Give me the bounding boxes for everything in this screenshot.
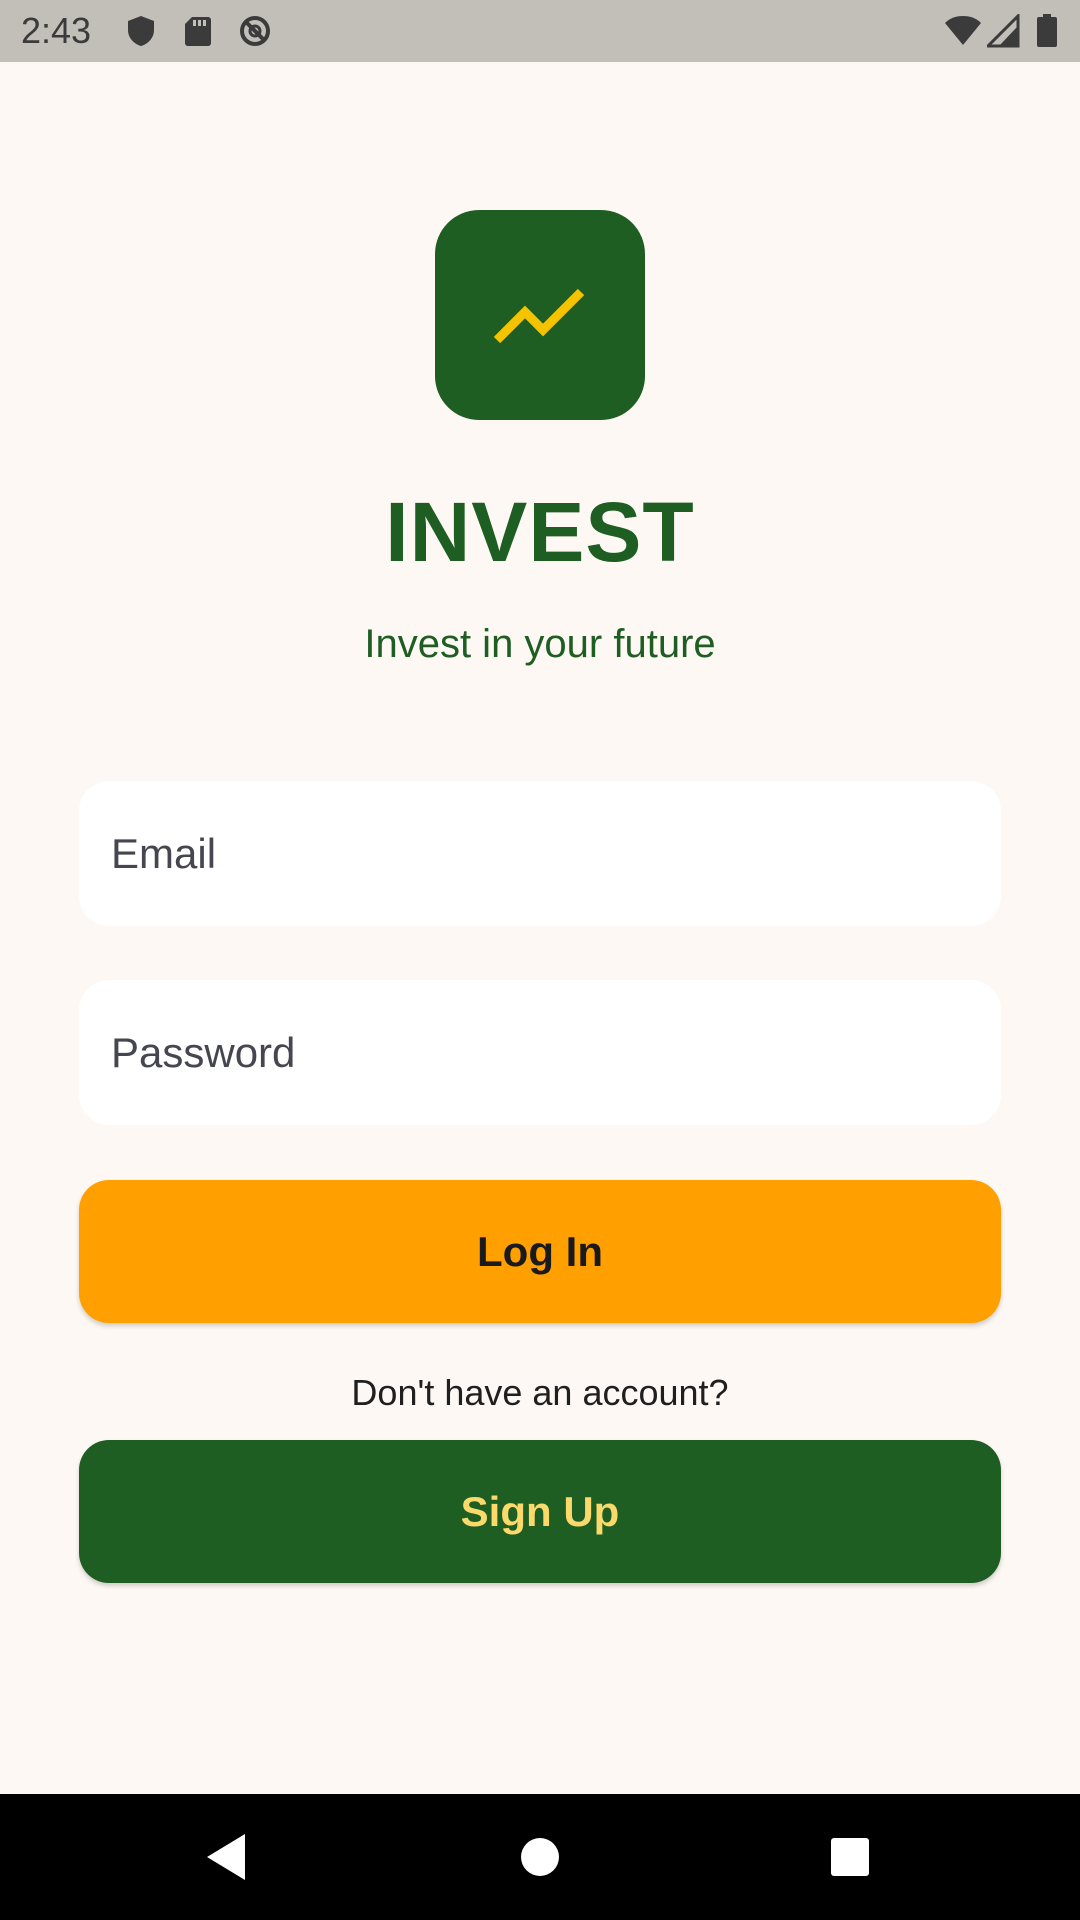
status-time: 2:43 <box>21 10 92 51</box>
signup-button[interactable]: Sign Up <box>79 1440 1001 1583</box>
app-title: INVEST <box>385 485 695 579</box>
sd-card-icon <box>181 14 215 48</box>
navigation-bar <box>0 1794 1080 1920</box>
password-field[interactable] <box>79 980 1001 1125</box>
home-icon[interactable] <box>480 1794 600 1920</box>
battery-icon <box>1036 14 1058 48</box>
app-logo <box>435 210 645 420</box>
password-input[interactable] <box>111 980 971 1125</box>
shield-icon <box>124 14 158 48</box>
login-screen: 2:43 INVEST Invest in your future Email … <box>0 0 1080 1920</box>
tagline: Invest in your future <box>364 622 716 666</box>
recents-icon[interactable] <box>790 1794 910 1920</box>
signal-icon <box>984 12 1021 48</box>
no-sync-icon <box>238 14 272 48</box>
status-bar: 2:43 <box>0 0 1080 62</box>
signup-prompt: Don't have an account? <box>351 1372 729 1413</box>
trending-up-icon <box>493 288 585 344</box>
wifi-icon <box>944 14 981 48</box>
back-icon[interactable] <box>165 1794 285 1920</box>
login-button[interactable]: Log In <box>79 1180 1001 1323</box>
email-field[interactable] <box>79 781 1001 926</box>
email-input[interactable] <box>111 781 971 926</box>
